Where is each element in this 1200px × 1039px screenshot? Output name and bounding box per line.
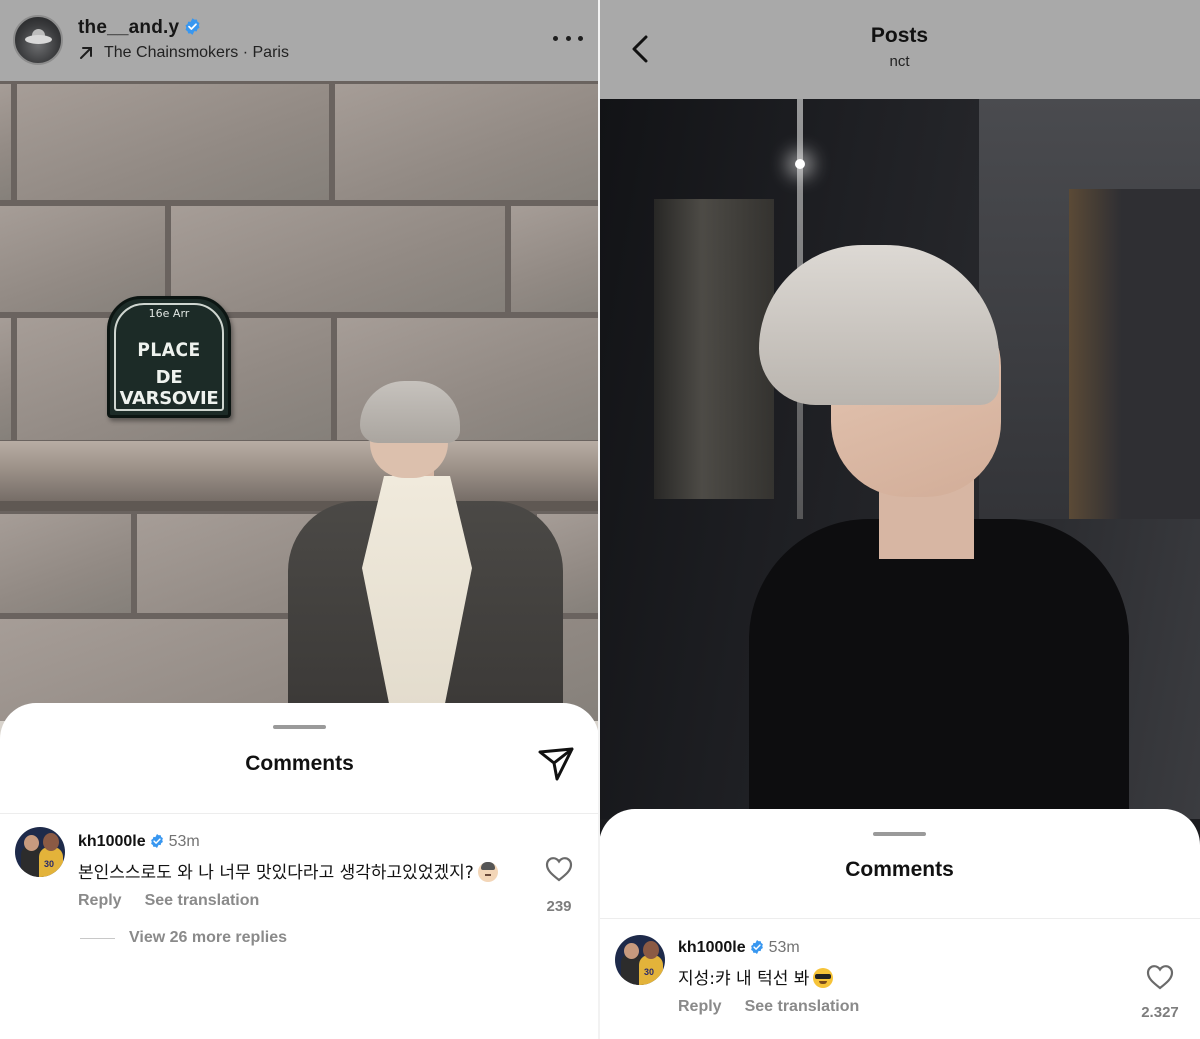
sign-arrondissement: 16e Arr bbox=[148, 307, 190, 320]
arrow-up-right-icon bbox=[80, 47, 92, 59]
sunglasses-emoji-icon bbox=[813, 968, 834, 988]
street-sign: 16e Arr PLACE DE VARSOVIE bbox=[107, 296, 231, 418]
post-username[interactable]: the__and.y bbox=[78, 17, 202, 39]
heart-icon[interactable] bbox=[545, 856, 573, 882]
comment-username-text[interactable]: kh1000le bbox=[678, 939, 746, 956]
verified-icon bbox=[150, 834, 163, 848]
comment-text-content: 본인스스로도 와 나 너무 맛있다라고 생각하고있었겠지? bbox=[78, 863, 474, 883]
page-title: Posts bbox=[870, 24, 929, 47]
more-icon[interactable] bbox=[553, 33, 583, 43]
left-post-panel: the__and.y The Chainsmokers · Paris 16e … bbox=[0, 0, 599, 1039]
heart-icon[interactable] bbox=[1146, 964, 1174, 990]
comment-text: 본인스스로도 와 나 너무 맛있다라고 생각하고있었겠지? bbox=[78, 858, 498, 883]
comments-title: Comments bbox=[245, 752, 354, 775]
profile-avatar[interactable] bbox=[13, 15, 63, 65]
page-subtitle: nct bbox=[889, 53, 910, 70]
post-subtitle[interactable]: The Chainsmokers · Paris bbox=[104, 44, 289, 62]
commenter-avatar[interactable]: 30 bbox=[15, 827, 65, 877]
post-username-text[interactable]: the__and.y bbox=[78, 17, 179, 38]
post-audio-location[interactable]: The Chainsmokers · Paris bbox=[78, 44, 289, 62]
comments-title: Comments bbox=[845, 858, 954, 881]
posts-header: Posts nct bbox=[599, 0, 1200, 99]
comment-username[interactable]: kh1000le 53m bbox=[678, 939, 800, 957]
sheet-drag-handle[interactable] bbox=[273, 725, 326, 729]
panel-divider bbox=[598, 0, 600, 1039]
reply-button[interactable]: Reply bbox=[678, 998, 722, 1015]
comment-username[interactable]: kh1000le 53m bbox=[78, 833, 200, 851]
comment-username-text[interactable]: kh1000le bbox=[78, 833, 146, 850]
post-photo[interactable] bbox=[599, 99, 1200, 819]
comment-time: 53m bbox=[168, 833, 200, 850]
reply-button[interactable]: Reply bbox=[78, 892, 122, 909]
comments-sheet: Comments 30 kh1000le 53m 본인스스로도 와 나 너무 맛있… bbox=[0, 703, 599, 1039]
comment-text: 지성:캬 내 턱선 봐 bbox=[678, 964, 834, 989]
comment-time: 53m bbox=[768, 939, 800, 956]
view-more-replies[interactable]: View 26 more replies bbox=[80, 929, 287, 947]
like-count: 2.327 bbox=[1141, 1004, 1179, 1021]
verified-icon bbox=[750, 940, 763, 954]
like-count: 239 bbox=[546, 898, 572, 915]
comment-actions: Reply See translation bbox=[78, 892, 282, 910]
commenter-avatar[interactable]: 30 bbox=[615, 935, 665, 985]
send-icon[interactable] bbox=[537, 745, 575, 783]
thinking-emoji-icon bbox=[477, 862, 498, 882]
see-translation-button[interactable]: See translation bbox=[745, 998, 860, 1015]
sign-line-2: DE VARSOVIE bbox=[119, 367, 219, 409]
post-header: the__and.y The Chainsmokers · Paris bbox=[0, 0, 599, 81]
verified-icon bbox=[185, 18, 200, 35]
right-post-panel: Posts nct Comments 30 kh1000le 53m 지성:캬 내… bbox=[599, 0, 1200, 1039]
comments-sheet: Comments 30 kh1000le 53m 지성:캬 내 턱선 봐 Repl… bbox=[599, 809, 1200, 1039]
post-photo[interactable]: 16e Arr PLACE DE VARSOVIE bbox=[0, 81, 599, 721]
sign-line-1: PLACE bbox=[137, 339, 201, 361]
see-translation-button[interactable]: See translation bbox=[145, 892, 260, 909]
comment-text-content: 지성:캬 내 턱선 봐 bbox=[678, 969, 810, 989]
person-figure bbox=[749, 519, 1129, 819]
comment-actions: Reply See translation bbox=[678, 998, 882, 1016]
sheet-drag-handle[interactable] bbox=[873, 832, 926, 836]
view-more-replies-text[interactable]: View 26 more replies bbox=[129, 929, 287, 947]
